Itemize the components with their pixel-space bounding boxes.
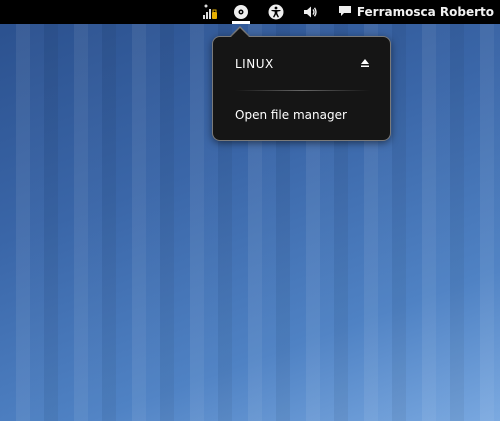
chat-status-icon — [338, 5, 352, 20]
accessibility-icon[interactable] — [266, 3, 286, 21]
popup-arrow-fill — [230, 28, 250, 38]
user-menu[interactable]: Ferramosca Roberto — [338, 0, 494, 24]
volume-icon[interactable] — [300, 3, 320, 21]
open-file-manager-item[interactable]: Open file manager — [235, 106, 370, 124]
removable-devices-menu: LINUX Open file manager — [212, 36, 391, 141]
removable-devices-icon[interactable] — [231, 3, 251, 21]
top-bar: Ferramosca Roberto — [0, 0, 500, 24]
network-signal-icon[interactable] — [200, 3, 220, 21]
menu-separator — [235, 90, 370, 91]
active-indicator — [232, 21, 250, 24]
device-name: LINUX — [235, 57, 274, 71]
eject-icon[interactable] — [360, 57, 370, 71]
user-name: Ferramosca Roberto — [356, 5, 494, 19]
device-item-linux[interactable]: LINUX — [235, 55, 370, 73]
